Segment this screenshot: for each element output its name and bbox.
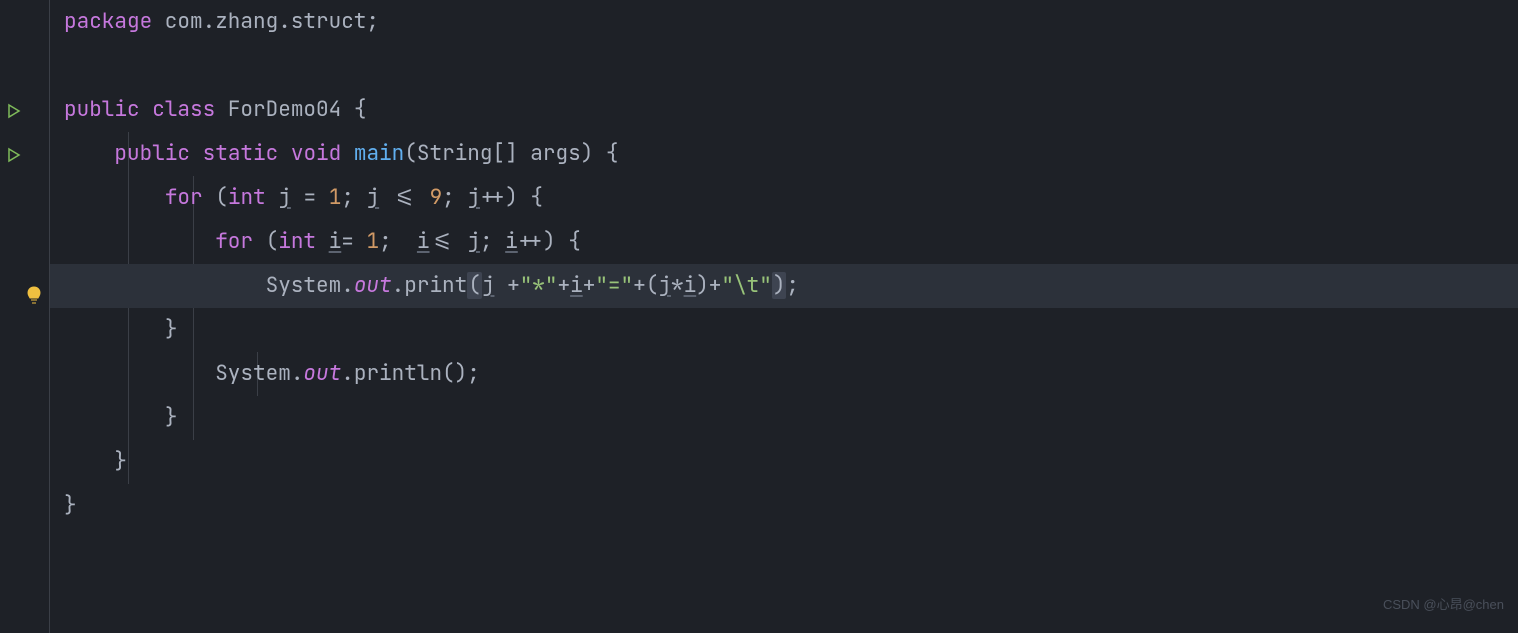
var-i: i [417, 228, 430, 255]
code-line: } [50, 308, 1518, 352]
package-name: com.zhang.struct [152, 8, 366, 35]
field-out: out [303, 360, 341, 387]
var-j: j [367, 184, 380, 211]
brace-close: } [165, 316, 178, 343]
var-i: i [684, 272, 697, 299]
code-line: System.out.println(); [50, 352, 1518, 396]
paren-close: ) [543, 228, 556, 255]
paren-open: ( [266, 228, 279, 255]
var-i: i [570, 272, 583, 299]
gutter [0, 0, 50, 633]
keyword-void: void [291, 140, 341, 167]
code-line: } [50, 484, 1518, 528]
paren-open: ( [442, 360, 455, 387]
paren-open: ( [467, 272, 482, 299]
class-system: System [215, 360, 291, 387]
code-line-active: System.out.print(j +"*"+i+"="+(j*i)+"\t"… [50, 264, 1518, 308]
brace-close: } [114, 448, 127, 475]
code-area[interactable]: package com.zhang.struct; public class F… [50, 0, 1518, 633]
semicolon: ; [366, 8, 379, 35]
paren-open: ( [215, 184, 228, 211]
keyword-class: class [152, 96, 215, 123]
var-i: i [505, 228, 518, 255]
op-plus: + [709, 272, 722, 299]
code-line: for (int j = 1; j <= 9; j++) { [50, 176, 1518, 220]
brace-open: { [568, 228, 581, 255]
op-le: <= [392, 184, 417, 211]
string-star: "*" [520, 272, 558, 299]
brace-open: { [530, 184, 543, 211]
keyword-static: static [203, 140, 279, 167]
keyword-package: package [64, 8, 152, 35]
op-plus: + [633, 272, 646, 299]
op-plus: + [507, 272, 520, 299]
code-line: } [50, 396, 1518, 440]
num-nine: 9 [430, 184, 443, 211]
op-inc: ++ [518, 228, 543, 255]
code-editor[interactable]: package com.zhang.struct; public class F… [0, 0, 1518, 633]
brackets: [] [492, 140, 517, 167]
brace-open: { [354, 96, 367, 123]
paren-close: ) [505, 184, 518, 211]
paren-close: ) [772, 272, 787, 299]
type-string: String [417, 140, 493, 167]
paren-close: ) [455, 360, 468, 387]
op-inc: ++ [480, 184, 505, 211]
var-j: j [658, 272, 671, 299]
op-plus: + [583, 272, 596, 299]
num-one: 1 [329, 184, 342, 211]
code-line: public class ForDemo04 { [50, 88, 1518, 132]
run-main-icon[interactable] [6, 147, 24, 165]
code-line: public static void main(String[] args) { [50, 132, 1518, 176]
method-println: println [354, 360, 442, 387]
param-args: args [530, 140, 580, 167]
method-main: main [354, 140, 404, 167]
op-mul: * [671, 272, 684, 299]
string-tab: "\t" [721, 272, 771, 299]
var-j: j [467, 228, 480, 255]
brace-close: } [165, 404, 178, 431]
paren-close: ) [696, 272, 709, 299]
paren-open: ( [404, 140, 417, 167]
op-plus: + [558, 272, 571, 299]
keyword-public: public [64, 96, 140, 123]
num-one: 1 [366, 228, 379, 255]
code-line: package com.zhang.struct; [50, 0, 1518, 44]
code-line: } [50, 440, 1518, 484]
class-system: System [266, 272, 342, 299]
paren-close: ) [581, 140, 594, 167]
op-le: <= [430, 228, 455, 255]
code-line: for (int i= 1; i<= j; i++) { [50, 220, 1518, 264]
string-eq: "=" [595, 272, 633, 299]
op-assign: = [341, 228, 354, 255]
keyword-int: int [278, 228, 316, 255]
var-i: i [329, 228, 342, 255]
class-name: ForDemo04 [228, 96, 341, 123]
keyword-int: int [228, 184, 266, 211]
keyword-public: public [114, 140, 190, 167]
run-class-icon[interactable] [6, 103, 24, 121]
lightbulb-icon[interactable] [26, 278, 44, 296]
field-out: out [354, 272, 392, 299]
var-j: j [467, 184, 480, 211]
paren-open: ( [646, 272, 659, 299]
code-line [50, 44, 1518, 88]
brace-open: { [606, 140, 619, 167]
brace-close: } [64, 492, 77, 519]
op-assign: = [303, 184, 316, 211]
keyword-for: for [215, 228, 253, 255]
method-print: print [404, 272, 467, 299]
keyword-for: for [165, 184, 203, 211]
var-j: j [482, 272, 495, 299]
var-j: j [278, 184, 291, 211]
watermark: CSDN @心昂@chen [1383, 583, 1504, 627]
